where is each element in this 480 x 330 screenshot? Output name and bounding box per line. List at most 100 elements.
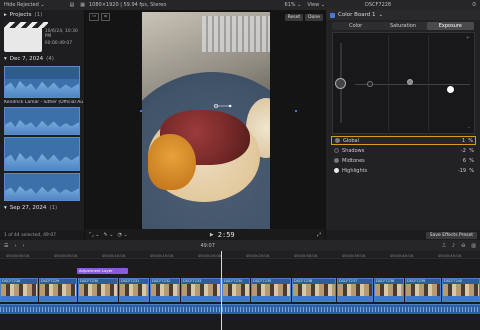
effect-chevron-icon[interactable]: ⌄ [379,12,384,18]
top-bar: Hide Rejected ⌄ ▤ ▦ 1080×1920 | 59.94 fp… [0,0,480,10]
timeline[interactable]: 00:00:00:00 00:00:05:00 00:00:10:00 00:0… [0,251,480,330]
save-effects-preset-button[interactable]: Save Effects Preset [425,231,477,239]
video-frame[interactable] [142,12,270,238]
zoom-popup[interactable]: 61% ⌄ [284,2,301,8]
filter-popup[interactable]: Hide Rejected ⌄ [4,2,45,8]
clip-appearance-icon[interactable]: ▥ [471,243,476,249]
back-arrow-icon[interactable]: ‹ [14,243,16,249]
audio-icon[interactable]: ♪ [452,243,455,249]
timeline-clip[interactable]: DSCF7238 [374,278,404,302]
browser-panel: ▸ Projects (1) 10/6/24, 10:30 PM 00:00:4… [0,10,85,240]
transform-tool-icon[interactable]: ⌜⌟ ⌄ [89,232,99,238]
disclosure-icon[interactable]: ▾ [4,56,7,62]
plus-icon: + [465,35,470,41]
browser-clip-4[interactable] [4,173,80,201]
board-divider-2 [428,35,429,131]
playhead[interactable] [221,251,222,330]
viewer-edge-marker-left [140,110,142,112]
timeline-clip[interactable]: DSCF7234 [222,278,250,302]
event-sep-27[interactable]: ▾ Sep 27, 2024 (1) [0,203,84,213]
forward-arrow-icon[interactable]: › [22,243,24,249]
timeline-clip[interactable]: DSCF7230 [78,278,118,302]
tab-saturation[interactable]: Saturation [379,22,426,30]
clip-name: DSCF7228 [365,2,392,8]
crop-icon[interactable]: ⌗ [101,13,110,21]
browser-footer: 1 of 44 selected, 49:07 [0,231,84,240]
inspector-toolbar: DSCF7228 ⏱ [325,2,480,8]
tab-exposure[interactable]: Exposure [426,22,474,30]
clapper-icon [4,22,48,52]
global-puck[interactable] [335,78,346,89]
browser-clip-2[interactable] [4,107,80,135]
timeline-timecode: 49:07 [200,242,215,249]
transform-handle[interactable] [213,103,233,109]
checkbox-icon[interactable] [330,12,335,18]
browser-clip-label: Kendrick Lamar - luther (Official Au [4,100,84,105]
project-date: 10/6/24, 10:30 PM [44,28,78,39]
duration-icon: ⏱ [472,2,476,8]
exposure-board[interactable]: + – [332,32,475,134]
viewer-timecode: 2:59 [217,230,235,239]
shadows-puck[interactable] [367,81,373,87]
timeline-clip[interactable]: DSCF7237 [337,278,373,302]
param-highlights[interactable]: Highlights -19 % [331,166,476,175]
timeline-ruler[interactable]: 00:00:00:00 00:00:05:00 00:00:10:00 00:0… [0,251,480,259]
magic-wand-icon[interactable]: ✎ ⌄ [103,232,113,238]
list-view-icon[interactable]: ▤ [70,2,75,8]
transform-icon[interactable]: ▭ [89,13,100,21]
disclosure-icon[interactable]: ▾ [4,205,7,211]
global-swatch [335,138,340,143]
primary-storyline: DSCF7228 DSCF7229 DSCF7230 DSCF7231 DSCF… [0,278,480,302]
viewer-toolbar: 1080×1920 | 59.94 fps, Stereo 61% ⌄ View… [85,2,325,8]
zoom-slider-icon[interactable]: ⊖ [461,243,465,249]
param-global[interactable]: Global 1 % [331,136,476,145]
timeline-clip[interactable]: DSCF7236 [292,278,336,302]
projects-section[interactable]: ▸ Projects (1) [0,10,84,20]
viewer-mode-icons[interactable]: ▭ ⌗ [89,13,110,21]
timeline-clip[interactable]: DSCF7239 [405,278,441,302]
highlights-swatch [334,168,339,173]
inspector-footer: Save Effects Preset [326,230,480,240]
play-icon[interactable]: ▶ [210,232,214,238]
inspector-header: Color Board 1 ⌄ [326,10,480,20]
color-board-tabs: Color Saturation Exposure [332,22,474,30]
timeline-clip[interactable]: DSCF7228 [0,278,38,302]
timeline-clip[interactable]: DSCF7232 [150,278,180,302]
event-dec-7[interactable]: ▾ Dec 7, 2024 (4) [0,54,84,64]
viewer-panel: ▭ ⌗ Reset Done ⌜⌟ ⌄ ✎ ⌄ ◔ ⌄ ▶ 2:59 ⤢ [85,10,325,240]
skimming-icon[interactable]: ⎍ [442,243,446,249]
disclosure-icon[interactable]: ▸ [4,12,7,18]
viewer-format-info: 1080×1920 | 59.94 fps, Stereo [89,2,167,8]
midtones-puck[interactable] [407,79,413,85]
timeline-clip[interactable]: DSCF7233 [181,278,221,302]
board-divider-1 [388,35,389,131]
reset-button[interactable]: Reset [284,14,304,21]
browser-clip-1[interactable] [4,66,80,98]
browser-clip-3[interactable] [4,137,80,171]
timeline-clip[interactable]: DSCF7235 [251,278,291,302]
project-item[interactable]: 10/6/24, 10:30 PM 00:00:49:07 [0,20,84,54]
project-duration: 00:00:49:07 [44,40,73,46]
timeline-toolbar: ☰ ‹ › 49:07 ⎍ ♪ ⊖ ▥ [0,240,480,251]
viewer-edge-marker-right [295,110,297,112]
browser-toolbar: Hide Rejected ⌄ ▤ ▦ [0,2,85,8]
shadows-swatch [334,148,339,153]
timeline-clip[interactable]: DSCF7229 [39,278,77,302]
music-audio-track[interactable] [0,304,480,314]
effect-name-popup[interactable]: Color Board 1 [338,12,376,18]
done-button[interactable]: Done [305,14,323,21]
timeline-clip[interactable]: DSCF7240 [442,278,480,302]
highlights-puck[interactable] [447,86,454,93]
fullscreen-icon[interactable]: ⤢ [317,232,321,238]
param-shadows[interactable]: Shadows -2 % [331,146,476,155]
timeline-clip[interactable]: DSCF7231 [119,278,149,302]
viewer-transport-bar: ⌜⌟ ⌄ ✎ ⌄ ◔ ⌄ ▶ 2:59 ⤢ [85,229,325,240]
speed-icon[interactable]: ◔ ⌄ [117,232,127,238]
index-icon[interactable]: ☰ [4,243,8,249]
view-popup[interactable]: View ⌄ [307,2,325,8]
adjustment-layer-clip[interactable]: Adjustment Layer [77,268,128,274]
param-midtones[interactable]: Midtones 6 % [331,156,476,165]
midtones-swatch [334,158,339,163]
tab-color[interactable]: Color [332,22,379,30]
inspector-panel: Color Board 1 ⌄ Color Saturation Exposur… [325,10,480,240]
